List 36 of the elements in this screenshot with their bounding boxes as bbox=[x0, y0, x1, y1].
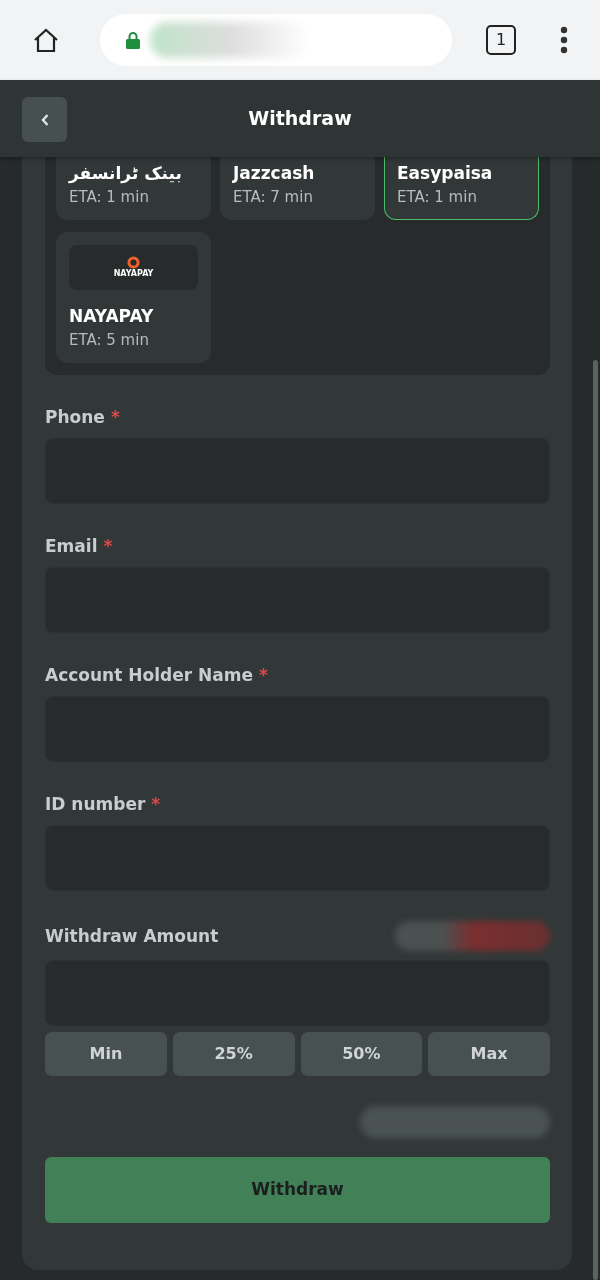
quick-amount-button[interactable]: Max bbox=[428, 1032, 550, 1076]
field-label: Account Holder Name bbox=[45, 664, 253, 687]
method-name: Easypaisa bbox=[397, 162, 494, 185]
quick-amount-button[interactable]: 50% bbox=[300, 1032, 423, 1076]
payment-method-card[interactable]: NAYAPAY NAYAPAY ETA: 5 min bbox=[56, 232, 211, 363]
quick-amount-button[interactable]: 25% bbox=[172, 1032, 295, 1076]
method-name: بینک ٹرانسفر bbox=[69, 162, 183, 185]
method-name: NAYAPAY bbox=[69, 305, 155, 328]
back-button[interactable] bbox=[22, 97, 67, 142]
logo-text: NAYAPAY bbox=[113, 269, 154, 279]
payment-method-card[interactable]: Easypaisa ETA: 1 min bbox=[384, 157, 539, 220]
tab-count-button[interactable]: 1 bbox=[486, 25, 516, 55]
field-label: Withdraw Amount bbox=[45, 925, 219, 948]
method-eta: ETA: 1 min bbox=[69, 187, 150, 208]
lock-icon bbox=[126, 31, 140, 49]
address-bar[interactable] bbox=[100, 14, 452, 66]
ring-icon bbox=[127, 256, 140, 269]
home-icon[interactable] bbox=[32, 27, 60, 53]
required-mark: * bbox=[151, 793, 161, 816]
required-mark: * bbox=[258, 664, 268, 687]
payment-method-card[interactable]: Jazzcash ETA: 7 min bbox=[220, 157, 375, 220]
method-eta: ETA: 1 min bbox=[397, 187, 478, 208]
method-eta: ETA: 7 min bbox=[233, 187, 314, 208]
page-title: Withdraw bbox=[248, 106, 352, 132]
required-mark: * bbox=[103, 535, 113, 558]
chevron-left-icon bbox=[39, 112, 50, 127]
method-eta: ETA: 5 min bbox=[69, 330, 150, 351]
field-label: Phone bbox=[45, 406, 105, 429]
quick-amount-button[interactable]: Min bbox=[45, 1032, 167, 1076]
scroll-bar[interactable] bbox=[593, 360, 598, 1280]
field-label: Email bbox=[45, 535, 98, 558]
method-name: Jazzcash bbox=[233, 162, 316, 185]
withdraw-button[interactable]: Withdraw bbox=[45, 1157, 550, 1223]
required-mark: * bbox=[110, 406, 120, 429]
field-label: ID number bbox=[45, 793, 146, 816]
menu-icon[interactable] bbox=[560, 26, 568, 54]
